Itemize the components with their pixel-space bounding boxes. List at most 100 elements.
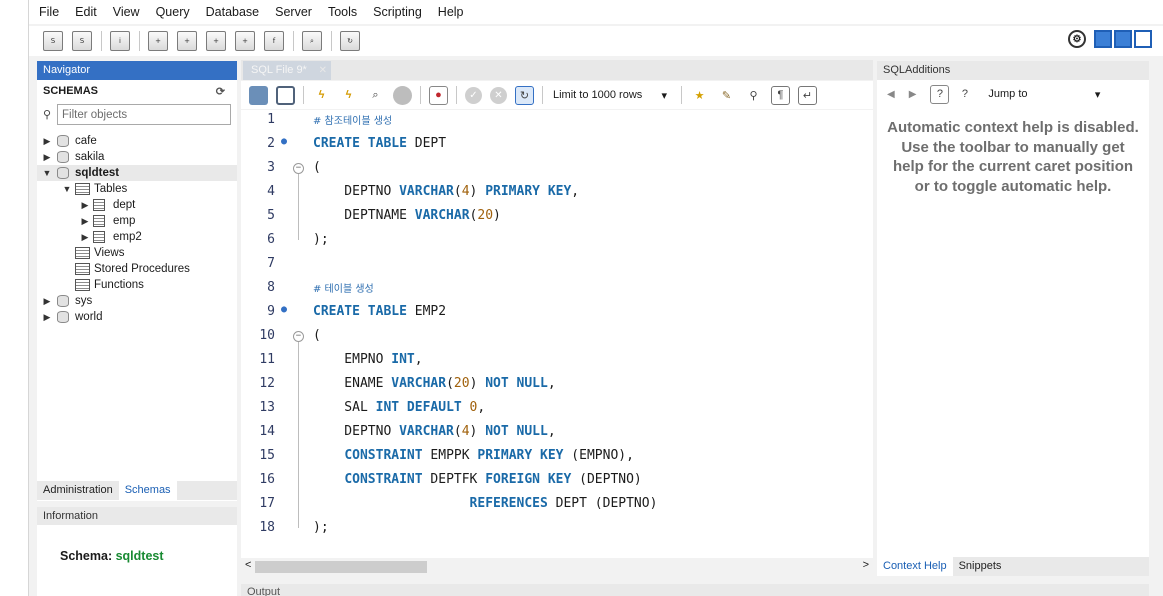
save-icon[interactable] <box>276 85 295 105</box>
toggle-sidebar-icon[interactable] <box>1094 30 1112 48</box>
expand-arrow-icon[interactable]: ▶ <box>79 216 91 227</box>
tree-item-world[interactable]: ▶ world <box>37 309 237 325</box>
open-sql-script-icon[interactable]: S <box>72 31 92 51</box>
menu-scripting[interactable]: Scripting <box>373 5 422 19</box>
new-sql-tab-icon[interactable]: S <box>43 31 63 51</box>
tree-item-sakila[interactable]: ▶ sakila <box>37 149 237 165</box>
information-body: Schema: sqldtest <box>37 525 237 563</box>
tree-item-views[interactable]: Views <box>37 245 237 261</box>
toolbar-separator <box>681 86 682 104</box>
find-icon[interactable]: ⚲ <box>744 86 763 105</box>
tab-sql-file[interactable]: SQL File 9* ✕ <box>243 61 331 80</box>
code-line: 12 ENAME VARCHAR(20) NOT NULL, <box>241 376 873 400</box>
manual-help-icon[interactable]: ? <box>930 84 950 104</box>
create-table-icon[interactable]: + <box>177 31 197 51</box>
inspector-icon[interactable]: i <box>110 31 130 51</box>
menu-database[interactable]: Database <box>206 5 260 19</box>
expand-arrow-icon[interactable]: ▶ <box>79 232 91 243</box>
autocommit-icon[interactable]: ↻ <box>515 85 534 105</box>
fold-toggle-icon[interactable]: − <box>293 163 304 174</box>
code-text: ( <box>313 328 321 343</box>
tree-item-dept[interactable]: ▶ dept <box>37 197 237 213</box>
rollback-icon[interactable]: ✕ <box>490 86 507 104</box>
navigator-title: Navigator <box>37 61 237 80</box>
code-line: 8 # 테이블 생성 <box>241 280 873 304</box>
code-text: # 테이블 생성 <box>313 284 374 295</box>
scroll-left-icon[interactable]: < <box>245 559 251 571</box>
tree-item-stored-procedures[interactable]: Stored Procedures <box>37 261 237 277</box>
tree-label: Tables <box>94 183 128 195</box>
code-text: ); <box>313 232 329 247</box>
information-panel: Information Schema: sqldtest <box>37 507 237 596</box>
commit-icon[interactable]: ✓ <box>465 86 482 104</box>
limit-rows-select[interactable]: Limit to 1000 rows ▾ <box>551 85 673 105</box>
collapse-arrow-icon[interactable]: ▼ <box>41 168 53 178</box>
create-view-icon[interactable]: + <box>206 31 226 51</box>
close-tab-icon[interactable]: ✕ <box>319 61 327 80</box>
database-icon <box>57 295 69 307</box>
menu-tools[interactable]: Tools <box>328 5 357 19</box>
create-procedure-icon[interactable]: + <box>235 31 255 51</box>
line-number: 11 <box>259 352 275 367</box>
collapse-arrow-icon[interactable]: ▼ <box>61 184 73 194</box>
expand-arrow-icon[interactable]: ▶ <box>79 200 91 211</box>
auto-help-icon[interactable]: ? <box>955 85 974 104</box>
tab-administration[interactable]: Administration <box>37 481 119 500</box>
stop-icon[interactable] <box>393 85 412 105</box>
create-schema-icon[interactable]: + <box>148 31 168 51</box>
code-line: 7 <box>241 256 873 280</box>
search-table-data-icon[interactable]: ⌕ <box>302 31 322 51</box>
line-number: 1 <box>267 112 275 127</box>
toggle-error-icon[interactable]: ● <box>429 85 448 105</box>
tree-label: sys <box>75 295 93 307</box>
refresh-icon[interactable]: ⟳ <box>216 85 225 98</box>
scroll-right-icon[interactable]: > <box>863 559 869 571</box>
navigator-panel: Navigator SCHEMAS ⟳ ⚲ ▶ cafe ▶ sakila ▼ <box>37 61 237 501</box>
toggle-output-icon[interactable] <box>1114 30 1132 48</box>
menu-help[interactable]: Help <box>438 5 464 19</box>
execute-icon[interactable]: ϟ <box>312 86 331 105</box>
reconnect-icon[interactable]: ↻ <box>340 31 360 51</box>
tree-item-emp2[interactable]: ▶ emp2 <box>37 229 237 245</box>
scrollbar-thumb[interactable] <box>255 561 427 573</box>
expand-arrow-icon[interactable]: ▶ <box>41 296 53 307</box>
explain-icon[interactable]: ⌕ <box>366 86 385 105</box>
create-function-icon[interactable]: f <box>264 31 284 51</box>
fold-toggle-icon[interactable]: − <box>293 331 304 342</box>
menu-view[interactable]: View <box>113 5 140 19</box>
menu-query[interactable]: Query <box>156 5 190 19</box>
right-toolbar: ⚙ <box>1068 30 1152 48</box>
menu-file[interactable]: File <box>39 5 59 19</box>
schemas-header: SCHEMAS ⟳ <box>37 80 237 102</box>
filter-objects-input[interactable] <box>57 104 231 125</box>
code-text: REFERENCES DEPT (DEPTNO) <box>469 496 658 511</box>
menu-edit[interactable]: Edit <box>75 5 97 19</box>
execute-current-icon[interactable]: ϟ <box>339 86 358 105</box>
word-wrap-icon[interactable]: ↵ <box>798 85 817 105</box>
invisible-chars-icon[interactable]: ¶ <box>771 85 790 105</box>
forward-icon[interactable]: ▶ <box>909 89 917 100</box>
tree-item-tables[interactable]: ▼ Tables <box>37 181 237 197</box>
jump-to-select[interactable]: Jump to ▾ <box>984 84 1104 104</box>
expand-arrow-icon[interactable]: ▶ <box>41 152 53 163</box>
open-file-icon[interactable] <box>249 85 268 105</box>
preferences-gear-icon[interactable]: ⚙ <box>1068 30 1086 48</box>
tab-context-help[interactable]: Context Help <box>877 557 953 576</box>
toggle-secondary-sidebar-icon[interactable] <box>1134 30 1152 48</box>
table-icon <box>93 199 105 211</box>
expand-arrow-icon[interactable]: ▶ <box>41 136 53 147</box>
tree-item-sqldtest[interactable]: ▼ sqldtest <box>37 165 237 181</box>
tree-item-cafe[interactable]: ▶ cafe <box>37 133 237 149</box>
menu-server[interactable]: Server <box>275 5 312 19</box>
expand-arrow-icon[interactable]: ▶ <box>41 312 53 323</box>
tree-item-sys[interactable]: ▶ sys <box>37 293 237 309</box>
horizontal-scrollbar[interactable]: < > <box>241 558 873 576</box>
tree-item-functions[interactable]: Functions <box>37 277 237 293</box>
tree-item-emp[interactable]: ▶ emp <box>37 213 237 229</box>
tab-schemas[interactable]: Schemas <box>118 481 177 500</box>
sql-code-editor[interactable]: 1 # 참조테이블 생성 2 ● CREATE TABLE DEPT 3 − (… <box>241 110 873 558</box>
back-icon[interactable]: ◀ <box>887 89 895 100</box>
add-snippet-star-icon[interactable]: ★ <box>690 86 709 105</box>
tab-snippets[interactable]: Snippets <box>953 557 1008 576</box>
beautify-icon[interactable]: ✎ <box>717 86 736 105</box>
